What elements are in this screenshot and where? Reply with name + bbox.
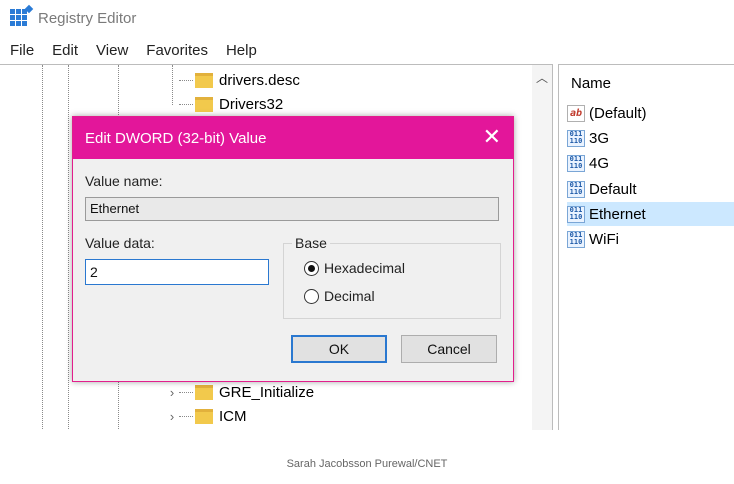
column-header-name[interactable]: Name (571, 75, 611, 92)
value-name-field: Ethernet (85, 197, 499, 221)
tree-node-gre-initialize[interactable]: › GRE_Initialize (165, 381, 314, 403)
photo-credit: Sarah Jacobsson Purewal/CNET (286, 458, 448, 470)
dialog-title-bar[interactable]: Edit DWORD (32-bit) Value (73, 117, 513, 159)
value-data-label: Value data: (85, 235, 155, 251)
value-item-ethernet[interactable]: 011 110 Ethernet (567, 202, 734, 226)
tree-node-label: ICM (219, 407, 247, 425)
binary-value-icon: 011 110 (567, 154, 585, 172)
chevron-right-icon[interactable]: › (165, 409, 179, 424)
folder-icon (195, 384, 213, 400)
tree-node-label: Drivers32 (219, 95, 284, 113)
dialog-title: Edit DWORD (32-bit) Value (85, 129, 267, 147)
tree-node-label: drivers.desc (219, 71, 300, 89)
tree-guide-line (42, 65, 43, 430)
tree-node-drivers-desc[interactable]: drivers.desc (165, 69, 300, 91)
menu-help[interactable]: Help (216, 40, 265, 62)
value-item-label: 4G (589, 154, 610, 172)
value-item-default-dword[interactable]: 011 110 Default (567, 177, 734, 201)
base-group: Base Hexadecimal Decimal (283, 235, 501, 319)
value-item-3g[interactable]: 011 110 3G (567, 126, 734, 150)
menu-file[interactable]: File (0, 40, 42, 62)
value-item-label: Ethernet (589, 205, 646, 223)
edit-dword-dialog: Edit DWORD (32-bit) Value ✕ Value name: … (72, 116, 514, 382)
tree-node-icm[interactable]: › ICM (165, 405, 247, 427)
window-title: Registry Editor (38, 9, 137, 27)
radio-unchecked-icon[interactable] (304, 288, 319, 304)
tree-node-label: GRE_Initialize (219, 383, 315, 401)
value-item-wifi[interactable]: 011 110 WiFi (567, 227, 734, 251)
scroll-up-icon[interactable]: ︿ (536, 69, 548, 86)
folder-icon (195, 96, 213, 112)
binary-value-icon: 011 110 (567, 180, 585, 198)
radio-decimal[interactable]: Decimal (304, 288, 375, 304)
base-group-label: Base (292, 235, 330, 251)
cancel-button[interactable]: Cancel (401, 335, 497, 363)
ok-button[interactable]: OK (291, 335, 387, 363)
binary-value-icon: 011 110 (567, 230, 585, 248)
binary-value-icon: 011 110 (567, 205, 585, 223)
value-item-label: 3G (589, 129, 610, 147)
values-pane[interactable]: Name ab (Default) 011 110 3G 011 110 4G 01… (558, 64, 734, 430)
folder-icon (195, 408, 213, 424)
radio-label: Hexadecimal (324, 260, 405, 276)
value-item-label: Default (589, 180, 637, 198)
radio-hexadecimal[interactable]: Hexadecimal (304, 260, 405, 276)
binary-value-icon: 011 110 (567, 129, 585, 147)
value-item-default[interactable]: ab (Default) (567, 101, 734, 125)
title-bar: Registry Editor (0, 0, 734, 36)
string-value-icon: ab (567, 104, 585, 122)
tree-guide-line (68, 65, 69, 430)
value-item-label: WiFi (589, 230, 619, 248)
folder-icon (195, 72, 213, 88)
radio-checked-icon[interactable] (304, 260, 319, 276)
radio-label: Decimal (324, 288, 375, 304)
menu-bar: File Edit View Favorites Help (0, 40, 265, 62)
tree-scrollbar[interactable]: ︿ (532, 65, 552, 430)
menu-view[interactable]: View (86, 40, 136, 62)
menu-favorites[interactable]: Favorites (136, 40, 216, 62)
value-item-label: (Default) (589, 104, 647, 122)
value-item-4g[interactable]: 011 110 4G (567, 151, 734, 175)
tree-node-drivers32[interactable]: Drivers32 (165, 93, 283, 115)
value-data-input[interactable]: 2 (85, 259, 269, 285)
chevron-right-icon[interactable]: › (165, 385, 179, 400)
value-name-label: Value name: (85, 173, 163, 189)
registry-editor-icon (10, 4, 34, 27)
menu-edit[interactable]: Edit (42, 40, 86, 62)
close-icon[interactable]: ✕ (483, 125, 501, 149)
